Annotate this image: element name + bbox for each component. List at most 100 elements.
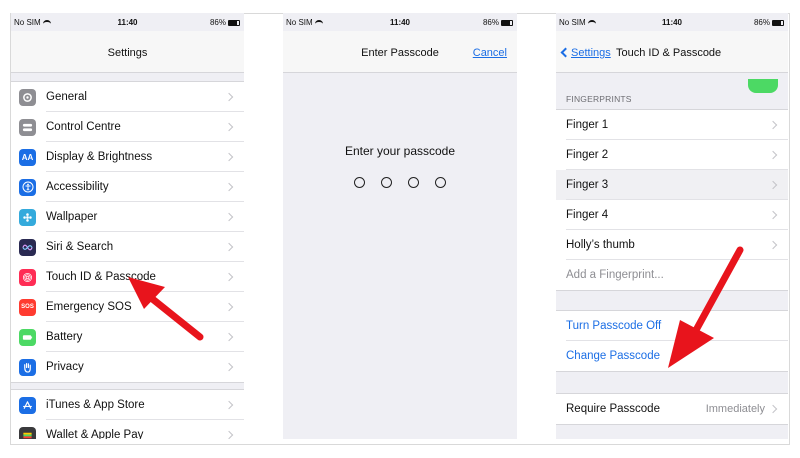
hand-icon [19,358,36,376]
aa-icon: AA [19,148,36,166]
fingerprint-icon [19,268,36,286]
chevron-right-icon [225,430,235,439]
passcode-prompt: Enter your passcode [344,144,456,158]
app-store-icon [19,396,36,414]
chevron-right-icon [225,92,235,102]
require-passcode-group: Require Passcode Immediately [556,393,788,425]
wallet-icon [19,426,36,439]
accessibility-icon [19,178,36,196]
chevron-right-icon [769,210,779,220]
finger-label: Holly’s thumb [566,239,635,251]
settings-item-label: Battery [46,331,83,343]
settings-item-siri[interactable]: Siri & Search [11,232,244,262]
add-fingerprint-label: Add a Fingerprint... [566,269,664,281]
chevron-right-icon [769,240,779,250]
battery-percent: 86% [753,18,770,27]
section-header: FINGERPRINTS [566,94,632,104]
finger-label: Finger 1 [566,119,609,131]
passcode-dot [435,177,446,188]
status-bar: No SIM 11:40 86% [11,13,244,31]
change-passcode-label: Change Passcode [566,350,660,362]
nav-bar: Settings Touch ID & Passcode [556,31,788,93]
status-bar: No SIM 11:40 86% [556,13,788,31]
settings-item-label: Control Centre [46,121,121,133]
chevron-right-icon [225,332,235,342]
require-passcode-row[interactable]: Require Passcode Immediately [556,394,788,424]
nav-bar: Settings [11,31,244,73]
finger-2-row[interactable]: Finger 2 [556,140,788,170]
page-title: Settings [107,47,148,59]
chevron-right-icon [769,404,779,414]
finger-1-row[interactable]: Finger 1 [556,110,788,140]
settings-item-control-centre[interactable]: Control Centre [11,112,244,142]
settings-item-app-store[interactable]: iTunes & App Store [11,390,244,420]
settings-item-touch-id[interactable]: Touch ID & Passcode [11,262,244,292]
chevron-right-icon [225,122,235,132]
passcode-screen: No SIM 11:40 86% Enter Passcode Cancel E… [283,13,517,439]
require-passcode-label: Require Passcode [566,403,660,415]
passcode-dot [354,177,365,188]
settings-list: General Control Centre AA Display & Brig… [11,81,244,383]
settings-item-label: iTunes & App Store [46,399,145,411]
settings-item-label: Siri & Search [46,241,114,253]
settings-item-label: Emergency SOS [46,301,132,313]
settings-item-battery[interactable]: Battery [11,322,244,352]
fingerprints-list: Finger 1 Finger 2 Finger 3 Finger 4 Holl… [556,109,788,291]
battery-icon [19,328,36,346]
settings-list-store: iTunes & App Store Wallet & Apple Pay [11,389,244,439]
battery-percent: 86% [482,18,499,27]
time-label: 11:40 [389,18,411,27]
page-title: Touch ID & Passcode [616,47,722,59]
settings-item-emergency-sos[interactable]: SOS Emergency SOS [11,292,244,322]
siri-icon [19,238,36,256]
settings-item-accessibility[interactable]: Accessibility [11,172,244,202]
settings-item-label: Wallpaper [46,211,98,223]
settings-item-wallpaper[interactable]: Wallpaper [11,202,244,232]
holly-thumb-row[interactable]: Holly’s thumb [556,230,788,260]
finger-label: Finger 4 [566,209,609,221]
gear-icon [19,88,36,106]
passcode-dots[interactable] [283,175,517,193]
toggle-switch[interactable] [748,79,778,93]
back-button[interactable]: Settings [560,47,611,59]
settings-item-label: Wallet & Apple Pay [46,429,144,439]
settings-item-wallet[interactable]: Wallet & Apple Pay [11,420,244,439]
chevron-right-icon [225,272,235,282]
turn-passcode-off-button[interactable]: Turn Passcode Off [556,311,788,341]
add-fingerprint-row[interactable]: Add a Fingerprint... [556,260,788,290]
finger-label: Finger 2 [566,149,609,161]
chevron-right-icon [225,242,235,252]
settings-item-label: Privacy [46,361,84,373]
chevron-left-icon [560,47,571,58]
flower-icon [19,208,36,226]
nav-bar: Enter Passcode Cancel [283,31,517,73]
passcode-dot [408,177,419,188]
touch-id-screen: No SIM 11:40 86% Settings Touch ID & Pas… [556,13,788,439]
turn-passcode-off-label: Turn Passcode Off [566,320,662,332]
battery-status-icon [228,20,240,26]
chevron-right-icon [225,182,235,192]
settings-item-general[interactable]: General [11,82,244,112]
settings-item-privacy[interactable]: Privacy [11,352,244,382]
chevron-right-icon [769,180,779,190]
finger-3-row[interactable]: Finger 3 [556,170,788,200]
chevron-right-icon [225,362,235,372]
battery-percent: 86% [209,18,226,27]
settings-item-label: Display & Brightness [46,151,153,163]
settings-item-display[interactable]: AA Display & Brightness [11,142,244,172]
chevron-right-icon [225,400,235,410]
change-passcode-button[interactable]: Change Passcode [556,341,788,371]
switches-icon [19,118,36,136]
require-passcode-value: Immediately [705,403,765,415]
battery-status-icon [501,20,513,26]
chevron-right-icon [225,212,235,222]
cancel-button[interactable]: Cancel [473,47,507,59]
battery-status-icon [772,20,784,26]
status-bar: No SIM 11:40 86% [283,13,517,31]
back-label: Settings [571,47,611,59]
finger-4-row[interactable]: Finger 4 [556,200,788,230]
chevron-right-icon [769,150,779,160]
sos-icon: SOS [19,298,36,316]
chevron-right-icon [225,302,235,312]
chevron-right-icon [225,152,235,162]
